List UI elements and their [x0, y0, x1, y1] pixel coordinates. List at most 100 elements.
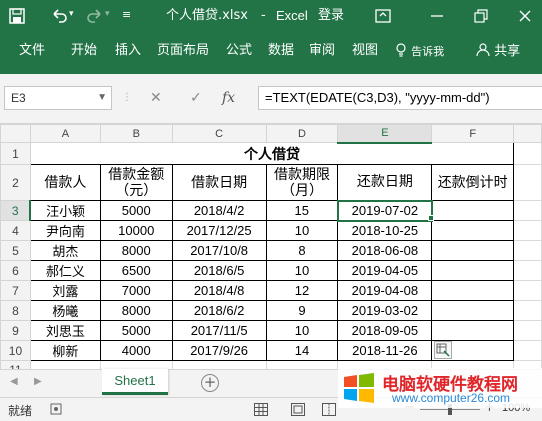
- row-header[interactable]: 8: [0, 300, 31, 321]
- active-cell[interactable]: 2019-07-02: [336, 199, 433, 222]
- cell-amount[interactable]: 8000: [99, 300, 173, 321]
- normal-view-icon[interactable]: [254, 403, 268, 416]
- row-header[interactable]: 5: [0, 240, 31, 261]
- cell-amount[interactable]: 5000: [99, 200, 173, 221]
- row-header[interactable]: 2: [0, 164, 31, 201]
- header-cell[interactable]: 还款倒计时: [431, 164, 515, 201]
- macro-record-icon[interactable]: [50, 403, 62, 415]
- header-cell[interactable]: 借款日期: [171, 164, 267, 201]
- cell-due[interactable]: 2018-11-26: [337, 340, 433, 361]
- row-header[interactable]: 1: [0, 142, 31, 165]
- cell-due[interactable]: 2019-04-05: [337, 260, 433, 281]
- chevron-down-icon[interactable]: ▼: [97, 87, 107, 109]
- column-header[interactable]: [513, 124, 542, 143]
- cell-date[interactable]: 2018/6/2: [171, 300, 267, 321]
- sheet-tab-sheet1[interactable]: Sheet1: [102, 369, 168, 395]
- column-header[interactable]: B: [99, 124, 173, 143]
- cell-name[interactable]: 郝仁义: [29, 260, 101, 281]
- column-header-selected[interactable]: E: [337, 124, 433, 144]
- tell-me-box[interactable]: 告诉我: [395, 43, 444, 60]
- cell-amount[interactable]: 8000: [99, 240, 173, 261]
- enter-check-icon[interactable]: ✓: [190, 88, 202, 108]
- cell[interactable]: [513, 164, 542, 201]
- drag-handle-icon[interactable]: ⋮: [122, 88, 132, 108]
- header-cell[interactable]: 借款人: [29, 164, 101, 201]
- cell-countdown[interactable]: [431, 200, 515, 221]
- cell-countdown[interactable]: [431, 320, 515, 341]
- cell-date[interactable]: 2017/10/8: [171, 240, 267, 261]
- cell-countdown[interactable]: [431, 260, 515, 281]
- undo-icon[interactable]: [50, 7, 68, 25]
- row-header[interactable]: 7: [0, 280, 31, 301]
- cell[interactable]: [513, 320, 542, 341]
- cell-term[interactable]: 10: [265, 220, 339, 241]
- row-header-selected[interactable]: 3: [0, 200, 32, 221]
- menu-formulas[interactable]: 公式: [226, 43, 252, 59]
- row-header[interactable]: 6: [0, 260, 31, 281]
- menu-home[interactable]: 开始: [71, 43, 97, 59]
- cell[interactable]: [513, 340, 542, 361]
- undo-dropdown-icon[interactable]: ▾: [69, 9, 79, 27]
- cell-date[interactable]: 2017/11/5: [171, 320, 267, 341]
- minimize-icon[interactable]: [428, 7, 446, 25]
- restore-icon[interactable]: [472, 7, 490, 25]
- cell-amount[interactable]: 6500: [99, 260, 173, 281]
- menu-insert[interactable]: 插入: [115, 43, 141, 59]
- cell-term[interactable]: 15: [265, 200, 339, 221]
- cell-date[interactable]: 2017/12/25: [171, 220, 267, 241]
- login-link[interactable]: 登录: [318, 8, 344, 24]
- cell-due[interactable]: 2018-06-08: [337, 240, 433, 261]
- cell[interactable]: [513, 220, 542, 241]
- save-icon[interactable]: [8, 7, 26, 25]
- close-icon[interactable]: [516, 7, 534, 25]
- cell-name[interactable]: 杨曦: [29, 300, 101, 321]
- row-header[interactable]: 10: [0, 340, 31, 361]
- cell-countdown[interactable]: [431, 300, 515, 321]
- select-all-corner[interactable]: [0, 124, 31, 143]
- cell-amount[interactable]: 5000: [99, 320, 173, 341]
- column-header[interactable]: F: [431, 124, 515, 143]
- cell-due[interactable]: 2019-03-02: [337, 300, 433, 321]
- header-cell[interactable]: 还款日期: [337, 164, 433, 201]
- cell-countdown[interactable]: [431, 220, 515, 241]
- customize-toolbar-icon[interactable]: ≡: [122, 8, 134, 26]
- menu-file[interactable]: 文件: [19, 43, 45, 59]
- cell-term[interactable]: 14: [265, 340, 339, 361]
- menu-page-layout[interactable]: 页面布局: [157, 43, 209, 59]
- cell-due[interactable]: 2018-10-25: [337, 220, 433, 241]
- cell-term[interactable]: 8: [265, 240, 339, 261]
- table-title[interactable]: 个人借贷: [29, 142, 515, 165]
- redo-icon[interactable]: [86, 7, 104, 25]
- menu-review[interactable]: 审阅: [309, 43, 335, 59]
- cell-name[interactable]: 汪小颖: [29, 200, 101, 221]
- insert-function-button[interactable]: fx: [222, 88, 235, 108]
- cell-amount[interactable]: 7000: [99, 280, 173, 301]
- cell-name[interactable]: 柳新: [29, 340, 101, 361]
- column-header[interactable]: C: [171, 124, 267, 143]
- cell-name[interactable]: 胡杰: [29, 240, 101, 261]
- cell-countdown[interactable]: [431, 280, 515, 301]
- menu-data[interactable]: 数据: [268, 43, 294, 59]
- cell-due[interactable]: 2018-09-05: [337, 320, 433, 341]
- redo-dropdown-icon[interactable]: ▾: [105, 9, 115, 27]
- page-break-view-icon[interactable]: [322, 403, 336, 416]
- page-layout-view-icon[interactable]: [291, 403, 305, 416]
- share-button[interactable]: 共享: [476, 43, 520, 60]
- cancel-icon[interactable]: ✕: [150, 88, 162, 108]
- name-box[interactable]: E3 ▼: [4, 86, 112, 110]
- cell[interactable]: [513, 142, 542, 165]
- cell[interactable]: [513, 240, 542, 261]
- fill-handle[interactable]: [427, 214, 434, 221]
- add-sheet-icon[interactable]: +: [201, 374, 219, 392]
- cell-date[interactable]: 2018/4/2: [171, 200, 267, 221]
- cell[interactable]: [513, 260, 542, 281]
- column-header[interactable]: A: [29, 124, 101, 143]
- cell-amount[interactable]: 4000: [99, 340, 173, 361]
- cell-term[interactable]: 10: [265, 320, 339, 341]
- cell-date[interactable]: 2017/9/26: [171, 340, 267, 361]
- cell-name[interactable]: 刘思玉: [29, 320, 101, 341]
- cell-name[interactable]: 尹向南: [29, 220, 101, 241]
- cell-term[interactable]: 12: [265, 280, 339, 301]
- cell-name[interactable]: 刘露: [29, 280, 101, 301]
- formula-input[interactable]: =TEXT(EDATE(C3,D3), "yyyy-mm-dd"): [258, 86, 542, 110]
